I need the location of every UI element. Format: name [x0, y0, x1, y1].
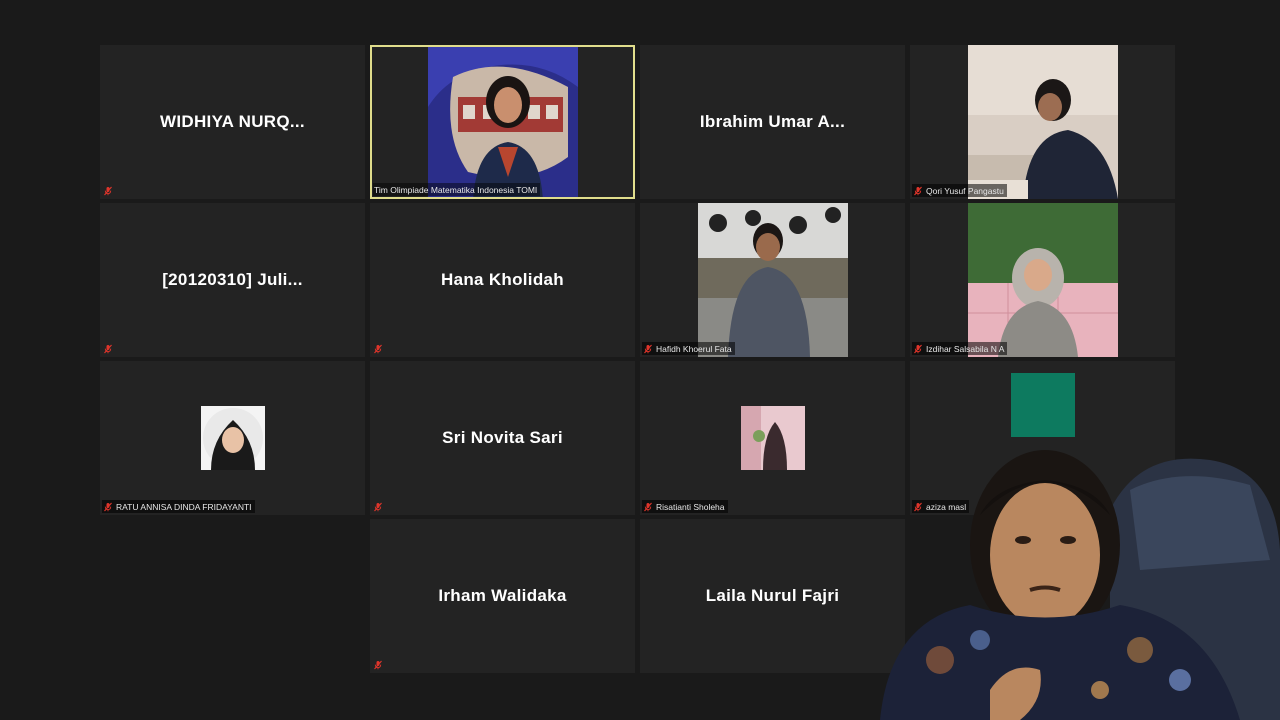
participant-tile[interactable]: RATU ANNISA DINDA FRIDAYANTI [100, 361, 365, 515]
participant-display-name: [20120310] Juli... [162, 270, 303, 289]
participant-tile[interactable]: [20120310] Juli... [100, 203, 365, 357]
participant-display-name: Irham Walidaka [438, 586, 567, 605]
participant-video [967, 45, 1118, 199]
participant-avatar [200, 406, 265, 470]
mic-muted-icon [373, 344, 383, 354]
participant-video [427, 47, 578, 197]
participant-display-name: Ibrahim Umar A... [699, 112, 846, 131]
participant-display-name: Sri Novita Sari [442, 428, 563, 447]
mic-muted-icon [103, 344, 113, 354]
participant-tile-active-speaker[interactable]: Tim Olimpiade Matematika Indonesia TOMI [370, 45, 635, 199]
participant-tile[interactable]: Laila Nurul Fajri [640, 519, 905, 673]
participant-label: Risatianti Sholeha [642, 500, 728, 513]
mic-muted-icon [643, 502, 653, 512]
participant-display-name: WIDHIYA NURQ... [160, 112, 305, 131]
participant-tile[interactable]: WIDHIYA NURQ... [100, 45, 365, 199]
participant-label: RATU ANNISA DINDA FRIDAYANTI [102, 500, 255, 513]
participant-display-name: Laila Nurul Fajri [705, 586, 840, 605]
mic-muted-icon [373, 502, 383, 512]
participant-display-name: Hana Kholidah [441, 270, 564, 289]
participant-label: Izdihar Salsabila N A [912, 342, 1008, 355]
participant-avatar [740, 406, 805, 470]
presenter-video-overlay [880, 430, 1280, 720]
participant-tile[interactable]: Ibrahim Umar A... [640, 45, 905, 199]
participant-label: Qori Yusuf Pangastu [912, 184, 1007, 197]
participant-tile[interactable]: Hana Kholidah [370, 203, 635, 357]
mic-muted-icon [913, 186, 923, 196]
participant-tile[interactable]: Izdihar Salsabila N A [910, 203, 1175, 357]
mic-muted-icon [643, 344, 653, 354]
participant-label: Hafidh Khoerul Fata [642, 342, 735, 355]
mic-muted-icon [913, 344, 923, 354]
participant-tile[interactable]: Irham Walidaka [370, 519, 635, 673]
participant-tile[interactable]: Risatianti Sholeha [640, 361, 905, 515]
participant-video [967, 203, 1118, 357]
participant-label: Tim Olimpiade Matematika Indonesia TOMI [373, 183, 541, 196]
participant-tile[interactable]: Sri Novita Sari [370, 361, 635, 515]
participant-tile[interactable]: Hafidh Khoerul Fata [640, 203, 905, 357]
participant-tile[interactable]: Qori Yusuf Pangastu [910, 45, 1175, 199]
mic-muted-icon [103, 186, 113, 196]
participant-avatar [1010, 373, 1075, 437]
mic-muted-icon [103, 502, 113, 512]
mic-muted-icon [373, 660, 383, 670]
participant-video [697, 203, 848, 357]
